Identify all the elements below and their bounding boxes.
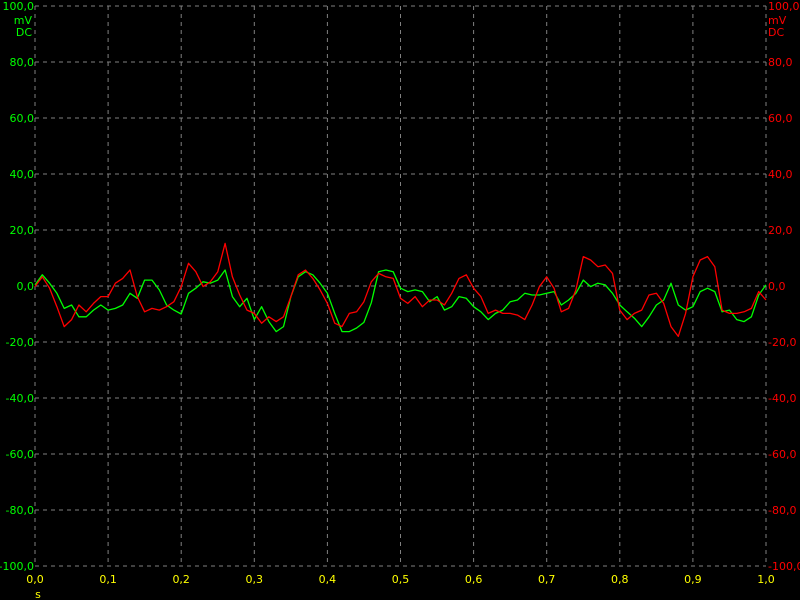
y-tick-label-left: 0,0 [17,280,35,293]
x-tick-label: 0,7 [538,573,556,586]
y-tick-label-right: 20,0 [768,224,793,237]
right-coupling-label: DC [768,26,784,39]
y-tick-label-left: -80,0 [6,504,34,517]
x-tick-label: 0,3 [246,573,264,586]
x-tick-label: 0,4 [319,573,337,586]
x-tick-label: 0,1 [99,573,117,586]
y-tick-label-left: 80,0 [10,56,35,69]
y-tick-label-left: -60,0 [6,448,34,461]
x-tick-label: 0,8 [611,573,629,586]
y-tick-label-left: 20,0 [10,224,35,237]
y-tick-label-right: -40,0 [768,392,796,405]
y-tick-label-right: -20,0 [768,336,796,349]
left-coupling-label: DC [16,26,32,39]
y-tick-label-left: 100,0 [3,0,35,13]
y-tick-label-left: 40,0 [10,168,35,181]
y-tick-label-right: 40,0 [768,168,793,181]
y-tick-label-right: 60,0 [768,112,793,125]
y-tick-label-left: 60,0 [10,112,35,125]
y-tick-label-right: 100,0 [768,0,800,13]
x-tick-label: 0,5 [392,573,410,586]
y-tick-label-right: -60,0 [768,448,796,461]
oscilloscope-chart: mV DC mV DC s 0,0 0,1 0,2 0,3 0,4 0,5 0,6 0,7 0,… [0,0,800,600]
y-tick-label-left: -40,0 [6,392,34,405]
y-tick-label-left: -20,0 [6,336,34,349]
grid [34,5,767,567]
x-axis-unit-label: s [35,588,41,600]
y-tick-label-right: 0,0 [768,280,786,293]
x-tick-label: 0,0 [26,573,44,586]
y-tick-label-right: -100,0 [768,560,800,573]
x-tick-label: 0,2 [172,573,190,586]
x-tick-label: 0,6 [465,573,483,586]
x-tick-label: 0,9 [684,573,702,586]
y-tick-label-right: -80,0 [768,504,796,517]
x-tick-label: 1,0 [757,573,775,586]
y-tick-label-left: -100,0 [0,560,34,573]
y-tick-label-right: 80,0 [768,56,793,69]
